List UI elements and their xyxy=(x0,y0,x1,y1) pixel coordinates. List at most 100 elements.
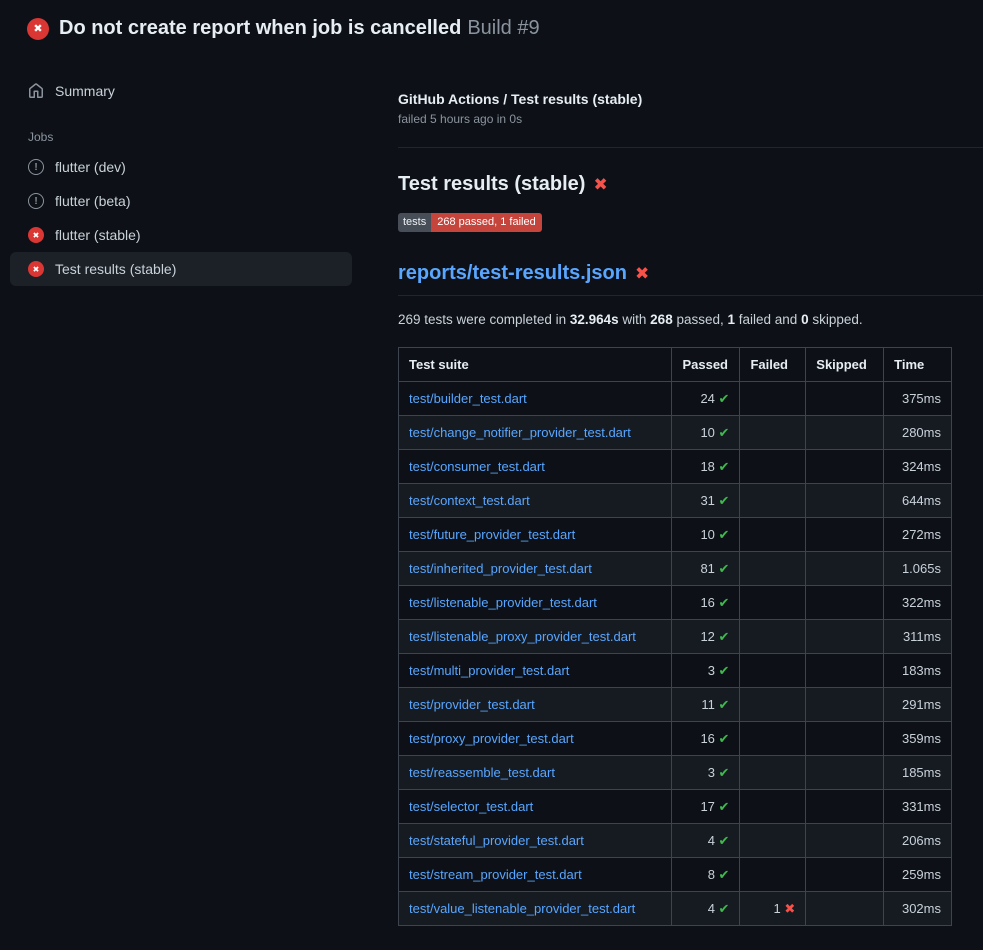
passed-cell: 18 ✔ xyxy=(672,450,740,484)
test-suite-link[interactable]: test/builder_test.dart xyxy=(409,391,527,406)
failed-cell xyxy=(740,518,806,552)
sidebar-item-flutter-dev[interactable]: ! flutter (dev) xyxy=(10,150,352,184)
test-suite-link[interactable]: test/provider_test.dart xyxy=(409,697,535,712)
skipped-cell xyxy=(806,892,884,926)
summary-line: 269 tests were completed in 32.964s with… xyxy=(398,312,983,327)
test-suite-link[interactable]: test/selector_test.dart xyxy=(409,799,533,814)
jobs-nav: ! flutter (dev) ! flutter (beta) ✖ flutt… xyxy=(10,150,352,286)
build-number: Build #9 xyxy=(467,17,539,39)
test-suite-link[interactable]: test/reassemble_test.dart xyxy=(409,765,555,780)
section-heading: Test results (stable) ✖ xyxy=(398,173,983,196)
breadcrumb: GitHub Actions / Test results (stable) xyxy=(398,91,983,107)
skipped-cell xyxy=(806,552,884,586)
failed-cell xyxy=(740,382,806,416)
main-content: GitHub Actions / Test results (stable) f… xyxy=(378,54,983,926)
passed-cell: 81 ✔ xyxy=(672,552,740,586)
sidebar-item-label: Test results (stable) xyxy=(55,261,176,277)
failed-cell: 1 ✖ xyxy=(740,892,806,926)
failed-cell xyxy=(740,654,806,688)
check-icon: ✔ xyxy=(719,493,730,508)
passed-cell: 24 ✔ xyxy=(672,382,740,416)
sidebar-item-flutter-beta[interactable]: ! flutter (beta) xyxy=(10,184,352,218)
test-suite-cell: test/stream_provider_test.dart xyxy=(399,858,672,892)
sidebar-item-flutter-stable[interactable]: ✖ flutter (stable) xyxy=(10,218,352,252)
col-header-test-suite: Test suite xyxy=(399,348,672,382)
test-suite-link[interactable]: test/inherited_provider_test.dart xyxy=(409,561,592,576)
results-table: Test suite Passed Failed Skipped Time te… xyxy=(398,347,952,926)
report-file-link[interactable]: reports/test-results.json xyxy=(398,262,627,285)
table-row: test/listenable_proxy_provider_test.dart… xyxy=(399,620,952,654)
test-suite-link[interactable]: test/consumer_test.dart xyxy=(409,459,545,474)
table-row: test/context_test.dart 31 ✔ 644ms xyxy=(399,484,952,518)
summary-text: failed and xyxy=(735,312,801,327)
time-cell: 259ms xyxy=(884,858,952,892)
results-table-body: test/builder_test.dart24 ✔375mstest/chan… xyxy=(399,382,952,926)
test-suite-link[interactable]: test/proxy_provider_test.dart xyxy=(409,731,574,746)
failed-cell xyxy=(740,552,806,586)
passed-cell: 3 ✔ xyxy=(672,756,740,790)
skipped-cell xyxy=(806,824,884,858)
test-suite-cell: test/inherited_provider_test.dart xyxy=(399,552,672,586)
check-icon: ✔ xyxy=(719,765,730,780)
skipped-cell xyxy=(806,518,884,552)
x-icon: ✖ xyxy=(635,265,649,282)
test-suite-link[interactable]: test/change_notifier_provider_test.dart xyxy=(409,425,631,440)
passed-cell: 4 ✔ xyxy=(672,892,740,926)
col-header-failed: Failed xyxy=(740,348,806,382)
test-suite-cell: test/proxy_provider_test.dart xyxy=(399,722,672,756)
skipped-cell xyxy=(806,620,884,654)
skipped-cell xyxy=(806,790,884,824)
test-suite-link[interactable]: test/context_test.dart xyxy=(409,493,530,508)
failed-cell xyxy=(740,722,806,756)
test-suite-link[interactable]: test/listenable_provider_test.dart xyxy=(409,595,597,610)
check-icon: ✔ xyxy=(719,799,730,814)
sidebar-item-label: flutter (stable) xyxy=(55,227,141,243)
x-icon: ✖ xyxy=(784,901,795,916)
check-icon: ✔ xyxy=(719,867,730,882)
time-cell: 644ms xyxy=(884,484,952,518)
passed-cell: 10 ✔ xyxy=(672,518,740,552)
test-suite-link[interactable]: test/listenable_proxy_provider_test.dart xyxy=(409,629,636,644)
test-suite-cell: test/reassemble_test.dart xyxy=(399,756,672,790)
failed-status-icon: ✖ xyxy=(27,18,49,40)
time-cell: 280ms xyxy=(884,416,952,450)
skipped-cell xyxy=(806,382,884,416)
skipped-cell xyxy=(806,722,884,756)
test-suite-link[interactable]: test/stream_provider_test.dart xyxy=(409,867,582,882)
failed-cell xyxy=(740,824,806,858)
skipped-cell xyxy=(806,416,884,450)
test-suite-link[interactable]: test/value_listenable_provider_test.dart xyxy=(409,901,635,916)
summary-skipped-count: 0 xyxy=(801,312,809,327)
sidebar-item-summary[interactable]: Summary xyxy=(10,74,352,108)
table-row: test/inherited_provider_test.dart81 ✔1.0… xyxy=(399,552,952,586)
failed-cell xyxy=(740,858,806,892)
sidebar-item-label: flutter (beta) xyxy=(55,193,130,209)
skipped-cell xyxy=(806,858,884,892)
passed-cell: 10 ✔ xyxy=(672,416,740,450)
test-suite-cell: test/selector_test.dart xyxy=(399,790,672,824)
test-suite-link[interactable]: test/multi_provider_test.dart xyxy=(409,663,569,678)
time-cell: 183ms xyxy=(884,654,952,688)
skipped-cell xyxy=(806,450,884,484)
time-cell: 302ms xyxy=(884,892,952,926)
time-cell: 311ms xyxy=(884,620,952,654)
sidebar-item-test-results-stable[interactable]: ✖ Test results (stable) xyxy=(10,252,352,286)
report-heading: reports/test-results.json ✖ xyxy=(398,262,983,296)
check-icon: ✔ xyxy=(719,663,730,678)
time-cell: 291ms xyxy=(884,688,952,722)
test-suite-link[interactable]: test/future_provider_test.dart xyxy=(409,527,575,542)
passed-cell: 31 ✔ xyxy=(672,484,740,518)
failed-cell xyxy=(740,688,806,722)
test-suite-link[interactable]: test/stateful_provider_test.dart xyxy=(409,833,584,848)
test-suite-cell: test/consumer_test.dart xyxy=(399,450,672,484)
test-suite-cell: test/stateful_provider_test.dart xyxy=(399,824,672,858)
passed-cell: 4 ✔ xyxy=(672,824,740,858)
table-row: test/stream_provider_test.dart8 ✔259ms xyxy=(399,858,952,892)
failed-cell xyxy=(740,484,806,518)
check-icon: ✔ xyxy=(719,697,730,712)
check-icon: ✔ xyxy=(719,561,730,576)
divider xyxy=(398,147,983,148)
test-suite-cell: test/provider_test.dart xyxy=(399,688,672,722)
table-row: test/reassemble_test.dart3 ✔185ms xyxy=(399,756,952,790)
summary-passed-count: 268 xyxy=(650,312,673,327)
